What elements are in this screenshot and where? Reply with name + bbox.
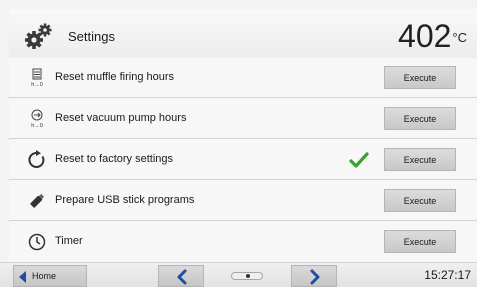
clock-time: 15:27:17 [424,268,471,282]
screen: Settings 402°C h→0 Reset muffle firing h… [0,0,477,287]
back-triangle-icon [19,271,26,283]
settings-row-reset-factory-settings: Reset to factory settings Execute [9,140,477,180]
previous-page-button[interactable] [158,265,204,287]
chevron-right-icon [310,269,320,285]
svg-text:h→0: h→0 [31,82,43,88]
page-indicator [231,272,263,280]
chevron-left-icon [177,269,187,285]
home-label: Home [32,271,57,281]
execute-button[interactable]: Execute [384,107,456,130]
muffle-hours-reset-icon: h→0 [27,68,47,88]
row-label: Reset muffle firing hours [55,71,175,83]
vacuum-pump-hours-reset-icon: h→0 [27,109,47,129]
temperature-value: 402 [398,18,452,54]
header-bar: Settings 402°C [9,9,477,61]
next-page-button[interactable] [291,265,337,287]
checkmark-icon [348,149,370,171]
refresh-icon [27,150,47,170]
page-title: Settings [68,29,115,44]
row-label: Reset to factory settings [55,153,173,165]
settings-row-reset-vacuum-pump-hours: h→0 Reset vacuum pump hours Execute [9,99,477,139]
execute-button[interactable]: Execute [384,189,456,212]
home-button[interactable]: Home [13,265,87,287]
page-indicator-dot [246,274,250,278]
settings-row-timer: Timer Execute [9,222,477,262]
settings-row-prepare-usb-programs: Prepare USB stick programs Execute [9,181,477,221]
execute-button[interactable]: Execute [384,148,456,171]
temperature-unit: °C [452,30,467,45]
footer-bar: Home 15:27:17 [0,262,477,287]
clock-icon [27,232,47,252]
settings-row-reset-muffle-hours: h→0 Reset muffle firing hours Execute [9,58,477,98]
execute-button[interactable]: Execute [384,66,456,89]
gears-icon [24,22,54,50]
svg-text:h→0: h→0 [31,123,43,129]
row-label: Prepare USB stick programs [55,194,195,206]
row-label: Timer [55,235,83,247]
row-label: Reset vacuum pump hours [55,112,187,124]
execute-button[interactable]: Execute [384,230,456,253]
temperature-readout: 402°C [398,19,467,53]
usb-stick-icon [27,191,47,211]
